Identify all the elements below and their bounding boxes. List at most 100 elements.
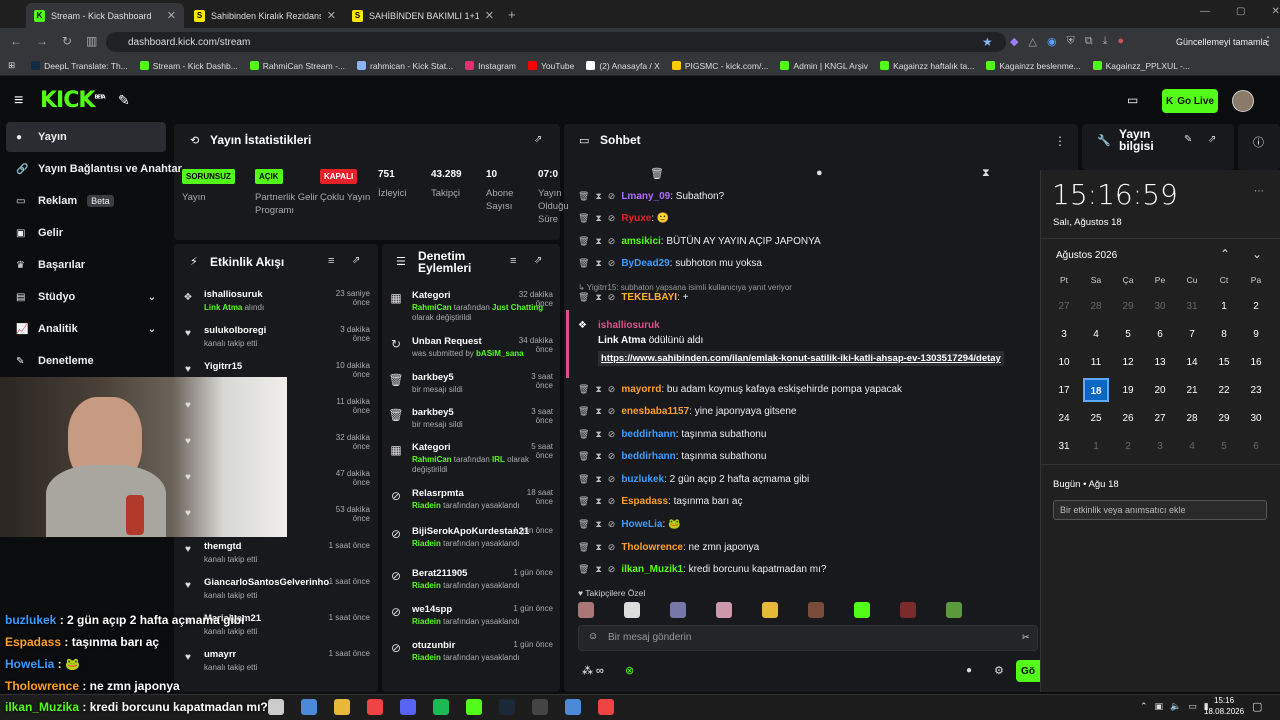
sidebar-toggle-icon[interactable]: ▥ <box>86 34 97 48</box>
taskbar-app-icon[interactable] <box>400 699 416 715</box>
edit-icon[interactable]: ✎ <box>1184 134 1192 145</box>
emote-icon[interactable] <box>808 602 824 618</box>
taskbar-app-icon[interactable] <box>268 699 284 715</box>
chevron-up-icon[interactable]: ⌃ <box>1140 701 1148 712</box>
popout-icon[interactable]: ⇗ <box>352 255 360 266</box>
bookmark-item[interactable]: RahmiCan Stream -... <box>249 61 345 71</box>
chat-message[interactable]: 🗑 ⧗ ⊘ TEKELBAYI: + <box>578 288 1038 306</box>
chat-username[interactable]: Tholowrence <box>621 542 683 553</box>
emote-icon[interactable] <box>624 602 640 618</box>
activity-item[interactable]: ♥ themgtd kanalı takip etti 1 saat önce <box>180 541 370 577</box>
filter-icon[interactable]: ≡ <box>510 255 516 267</box>
update-button[interactable]: Güncellemeyi tamamla <box>1170 33 1274 51</box>
timeout-icon[interactable]: ⧗ <box>595 258 601 269</box>
emote-icon[interactable] <box>716 602 732 618</box>
emote-picker-icon[interactable]: ✂ <box>1022 632 1030 643</box>
chat-username[interactable]: amsikici <box>621 236 660 247</box>
bookmark-item[interactable]: Kagainzz beslenme... <box>986 61 1081 71</box>
timeout-icon[interactable]: ⧗ <box>595 292 601 303</box>
bookmark-item[interactable]: Stream - Kick Dashb... <box>139 61 238 71</box>
bookmark-item[interactable]: Admin | KNGL Arşiv <box>780 61 868 71</box>
calendar-day[interactable]: 16 <box>1240 348 1272 376</box>
extension-icon[interactable]: ◆ <box>1010 35 1018 48</box>
chat-username[interactable]: Ryuxe <box>621 213 651 224</box>
activity-item[interactable]: ♥ 53 dakika önce <box>180 505 370 541</box>
trash-icon[interactable]: 🗑 <box>650 167 664 180</box>
calendar-day[interactable]: 26 <box>1112 404 1144 432</box>
activity-item[interactable]: ♥ 11 dakika önce <box>180 397 370 433</box>
trash-icon[interactable]: 🗑 <box>578 519 589 530</box>
ban-icon[interactable]: ⊘ <box>608 542 616 553</box>
menu-dots-icon[interactable]: ⋮ <box>1262 34 1274 48</box>
calendar-day[interactable]: 29 <box>1112 292 1144 320</box>
trash-icon[interactable]: 🗑 <box>578 213 589 224</box>
pin-icon[interactable]: ✎ <box>118 92 130 109</box>
taskbar-app-icon[interactable] <box>499 699 515 715</box>
trash-icon[interactable]: 🗑 <box>578 429 589 440</box>
trash-icon[interactable]: 🗑 <box>578 292 589 303</box>
calendar-day[interactable]: 21 <box>1176 376 1208 404</box>
chat-message[interactable]: 🗑 ⧗ ⊘ HoweLia: 🐸 <box>578 515 1038 533</box>
calendar-day[interactable]: 20 <box>1144 376 1176 404</box>
calendar-day[interactable]: 5 <box>1112 320 1144 348</box>
sidebar-item-7[interactable]: ✎ Denetleme <box>6 346 166 376</box>
ban-icon[interactable]: ⊘ <box>608 236 616 247</box>
sidebar-item-1[interactable]: 🔗 Yayın Bağlantısı ve Anahtar <box>6 154 182 184</box>
bookmark-item[interactable]: Instagram <box>465 61 516 71</box>
bookmark-item[interactable]: DeepL Translate: Th... <box>31 61 128 71</box>
calendar-day[interactable]: 18 <box>1080 376 1112 404</box>
calendar-day[interactable]: 7 <box>1176 320 1208 348</box>
chat-menu-icon[interactable]: ⋮ <box>1054 134 1066 148</box>
popout-icon[interactable]: ⇗ <box>534 134 542 145</box>
chat-message[interactable]: 🗑 ⧗ ⊘ beddirhann: taşınma subathonu <box>578 425 1038 443</box>
tab-sahibinden-2[interactable]: S SAHİBİNDEN BAKIMLI 1+1 - Ku ✕ <box>344 3 502 28</box>
chat-username[interactable]: mayorrd <box>621 384 661 395</box>
trash-icon[interactable]: 🗑 <box>578 191 589 202</box>
sidebar-item-5[interactable]: ▤ Stüdyo ⌄ <box>6 282 166 312</box>
tab-sahibinden-1[interactable]: S Sahibinden Kiralık Rezidans, Vil ✕ <box>186 3 344 28</box>
calendar-day[interactable]: 1 <box>1208 292 1240 320</box>
bookmark-star-icon[interactable]: ★ <box>982 35 993 49</box>
chat-message[interactable]: 🗑 ⧗ ⊘ Tholowrence: ne zmn japonya <box>578 538 1038 556</box>
trash-icon[interactable]: 🗑 <box>578 496 589 507</box>
chat-username[interactable]: beddirhann <box>621 451 675 462</box>
activity-item[interactable]: ❖ ishalliosuruk Link Atma alındı 23 saniye … <box>180 289 370 325</box>
volume-icon[interactable]: 🔈 <box>1170 701 1181 712</box>
timeout-icon[interactable]: ⧗ <box>595 384 601 395</box>
emote-icon[interactable] <box>670 602 686 618</box>
chat-message[interactable]: 🗑 ⧗ ⊘ mayorrd: bu adam koymuş kafaya eskişe… <box>578 380 1038 398</box>
maximize-icon[interactable]: ▢ <box>1236 6 1245 17</box>
go-live-button[interactable]: K Go Live <box>1162 89 1218 113</box>
points-icon[interactable]: ⁂ ∞ <box>582 664 604 677</box>
trash-icon[interactable]: 🗑 <box>578 258 589 269</box>
screen-icon[interactable]: ▭ <box>1127 93 1138 107</box>
game-icon[interactable]: ▣ <box>1155 701 1164 712</box>
trash-icon[interactable]: 🗑 <box>578 406 589 417</box>
activity-item[interactable]: ♥ umayrr kanalı takip etti 1 saat önce <box>180 649 370 685</box>
activity-item[interactable]: ♥ GiancarloSantosGelverinho kanalı takip e… <box>180 577 370 613</box>
ban-icon[interactable]: ⊘ <box>608 519 616 530</box>
chat-message[interactable]: 🗑 ⧗ ⊘ Ryuxe: 🙂 <box>578 209 1038 227</box>
chat-username[interactable]: HoweLia <box>621 519 662 530</box>
emoji-icon[interactable]: ☺ <box>588 631 598 642</box>
calendar-day[interactable]: 12 <box>1112 348 1144 376</box>
ban-icon[interactable]: ⊘ <box>608 213 616 224</box>
apps-grid-icon[interactable]: ⊞ <box>8 60 15 71</box>
send-button[interactable]: Gö <box>1016 660 1040 682</box>
tab-kick-dashboard[interactable]: K Stream - Kick Dashboard ✕ <box>26 3 184 28</box>
calendar-day[interactable]: 28 <box>1176 404 1208 432</box>
taskbar-app-icon[interactable] <box>565 699 581 715</box>
close-icon[interactable]: ✕ <box>167 9 176 22</box>
ban-icon[interactable]: ⊘ <box>608 429 616 440</box>
sidebar-item-2[interactable]: ▭ Reklam Beta <box>6 186 166 216</box>
extension-icon[interactable]: ◉ <box>1047 35 1057 48</box>
sidebar-item-3[interactable]: ▣ Gelir <box>6 218 166 248</box>
calendar-day[interactable]: 4 <box>1080 320 1112 348</box>
chat-username[interactable]: ilkan_Muzik1 <box>621 564 683 575</box>
reward-user[interactable]: ishalliosuruk <box>598 320 660 331</box>
chat-message[interactable]: 🗑 ⧗ ⊘ buzlukek: 2 gün açıp 2 hafta açmama g… <box>578 470 1038 488</box>
chat-message[interactable]: 🗑 ⧗ ⊘ enesbaba1157: yine japonyaya gitsene <box>578 402 1038 420</box>
back-icon[interactable]: ← <box>10 34 22 48</box>
calendar-day[interactable]: 30 <box>1240 404 1272 432</box>
activity-item[interactable]: ♥ 32 dakika önce <box>180 433 370 469</box>
